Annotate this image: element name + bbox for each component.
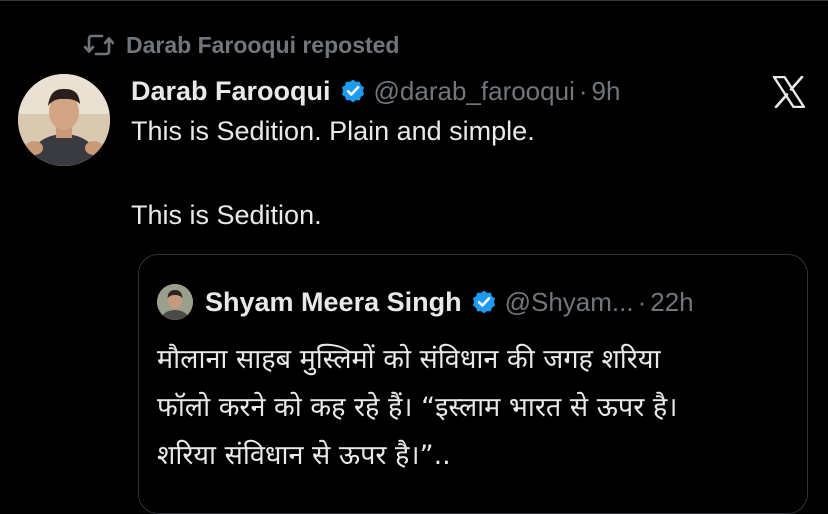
avatar[interactable]	[18, 74, 110, 166]
quoted-text-line-2: फॉलो करने को कह रहे हैं। “इस्लाम भारत से…	[157, 392, 678, 423]
author-handle[interactable]: @darab_farooqui	[374, 76, 575, 107]
verified-badge-icon	[470, 288, 498, 316]
quoted-text-line-3: शरिया संविधान से ऊपर है।”..	[157, 440, 451, 471]
tweet-text-line-1: This is Sedition. Plain and simple.	[131, 116, 535, 146]
x-logo-icon[interactable]	[772, 75, 806, 113]
verified-badge-icon	[339, 77, 367, 105]
timestamp[interactable]: 9h	[592, 76, 621, 107]
repost-label: Darab Farooqui reposted	[126, 31, 400, 58]
repost-indicator[interactable]: Darab Farooqui reposted	[84, 30, 399, 60]
top-divider	[0, 0, 828, 1]
quoted-tweet-header: Shyam Meera Singh @Shyam... · 22h	[157, 283, 694, 321]
quoted-author-name[interactable]: Shyam Meera Singh	[205, 287, 462, 318]
quoted-text-line-1: मौलाना साहब मुस्लिमों को संविधान की जगह …	[157, 344, 661, 375]
tweet-header: Darab Farooqui @darab_farooqui · 9h	[131, 74, 620, 108]
tweet-text-line-2: This is Sedition.	[131, 200, 322, 230]
quoted-timestamp[interactable]: 22h	[650, 287, 693, 318]
separator-dot: ·	[578, 75, 588, 106]
repost-icon	[84, 34, 114, 56]
quoted-avatar[interactable]	[157, 284, 193, 320]
separator-dot: ·	[637, 286, 647, 317]
author-name[interactable]: Darab Farooqui	[131, 76, 331, 107]
quoted-tweet-card[interactable]: Shyam Meera Singh @Shyam... · 22h मौलाना…	[138, 254, 808, 514]
quoted-author-handle[interactable]: @Shyam...	[505, 287, 634, 318]
